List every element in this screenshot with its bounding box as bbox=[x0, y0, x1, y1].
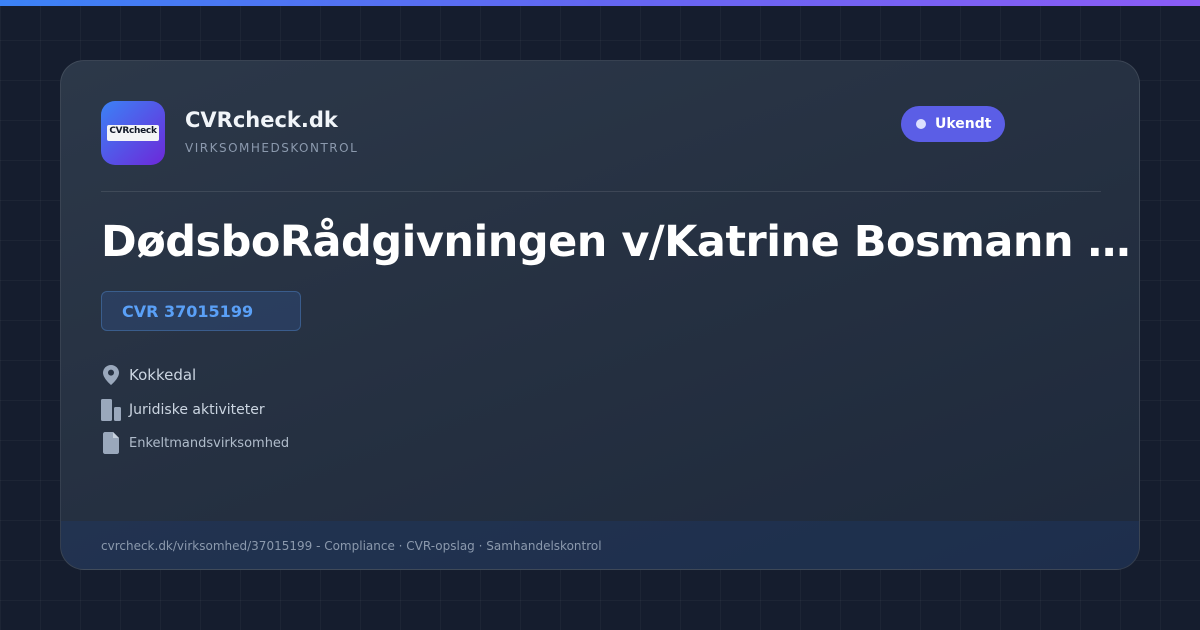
company-name: DødsboRådgivningen v/Katrine Bosmann R… bbox=[101, 217, 1140, 267]
brand-name: CVRcheck.dk bbox=[185, 108, 338, 132]
map-pin-icon bbox=[101, 364, 121, 386]
footer-text: cvrcheck.dk/virksomhed/37015199 - Compli… bbox=[101, 539, 602, 553]
building-icon bbox=[101, 399, 121, 421]
industry-text: Juridiske aktiviteter bbox=[129, 402, 265, 418]
location-text: Kokkedal bbox=[129, 366, 197, 384]
company-card: CVRcheck CVRcheck.dk VIRKSOMHEDSKONTROL … bbox=[60, 60, 1140, 570]
location-row: Kokkedal bbox=[101, 364, 196, 386]
company-type-text: Enkeltmandsvirksomhed bbox=[129, 435, 290, 451]
brand-subtitle: VIRKSOMHEDSKONTROL bbox=[185, 141, 359, 155]
brand-logo: CVRcheck bbox=[101, 101, 165, 165]
cvr-number-badge: CVR 37015199 bbox=[101, 291, 301, 331]
status-badge: Ukendt bbox=[901, 106, 1005, 142]
company-type-row: Enkeltmandsvirksomhed bbox=[101, 432, 289, 454]
status-dot-icon bbox=[916, 119, 926, 129]
status-label: Ukendt bbox=[935, 116, 992, 132]
card-footer: cvrcheck.dk/virksomhed/37015199 - Compli… bbox=[61, 521, 1139, 569]
logo-badge: CVRcheck bbox=[107, 125, 159, 141]
industry-row: Juridiske aktiviteter bbox=[101, 399, 265, 421]
header-divider bbox=[101, 191, 1101, 192]
top-accent-bar bbox=[0, 0, 1200, 6]
document-icon bbox=[101, 432, 121, 454]
logo-text: CVRcheck bbox=[109, 126, 157, 136]
